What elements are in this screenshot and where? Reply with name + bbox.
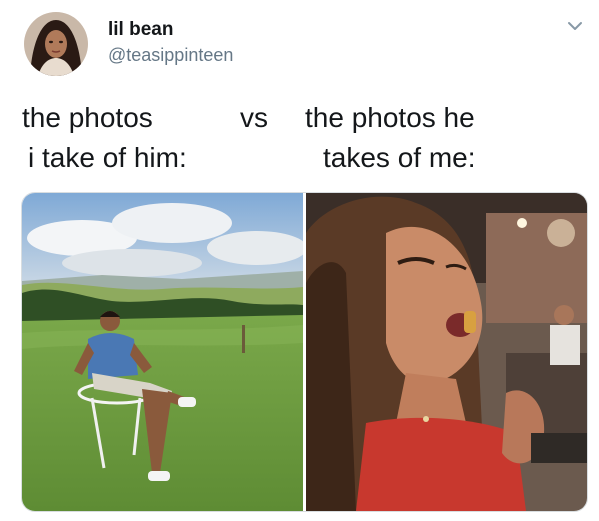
display-name[interactable]: lil bean <box>108 19 173 41</box>
caption-vs: vs <box>240 102 268 133</box>
avatar[interactable] <box>24 12 88 76</box>
chevron-down-icon[interactable] <box>565 16 585 36</box>
tweet-card: lil bean @teasippinteen the photos i tak… <box>0 0 599 521</box>
caption-right-line1: the photos he <box>305 102 475 133</box>
user-handle[interactable]: @teasippinteen <box>108 45 233 66</box>
media-grid <box>21 192 588 512</box>
caption-left-line1: the photos <box>22 102 153 133</box>
caption-left-line2: i take of him: <box>28 142 187 173</box>
photo-man-in-field[interactable] <box>22 193 303 511</box>
avatar-image <box>24 12 88 76</box>
caption-right-line2: takes of me: <box>323 142 476 173</box>
photo-woman-eating[interactable] <box>306 193 587 511</box>
